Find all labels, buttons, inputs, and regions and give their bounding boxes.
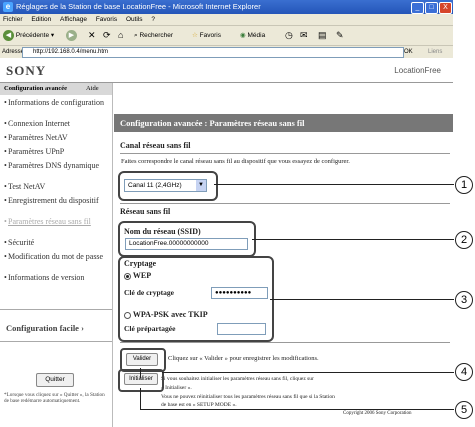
ie-icon: e [3, 2, 13, 12]
sidebar-item-security[interactable]: •Sécurité [4, 238, 108, 247]
sidebar-item-registration[interactable]: •Enregistrement du dispositif [4, 196, 108, 205]
back-label: Précédente [15, 32, 50, 39]
maximize-button[interactable]: □ [425, 2, 438, 14]
callout-5-line [140, 409, 454, 410]
section-divider [120, 203, 450, 204]
mail-icon[interactable]: ✉ [300, 29, 308, 42]
toolbar: ◀ Précédente ▾ ▶ ✕ ⟳ ⌂ ⌕ Rechercher ☆ Fa… [0, 25, 453, 45]
section-divider-2 [120, 342, 450, 343]
menu-edition[interactable]: Edition [31, 16, 51, 23]
callout-5-vline [140, 388, 141, 410]
sidebar-item-internet[interactable]: •Connexion Internet [4, 119, 108, 128]
callout-4-vline [140, 368, 141, 378]
callout-5-frame [118, 369, 164, 392]
search-button[interactable]: ⌕ Rechercher [134, 29, 173, 42]
callout-4-line [162, 372, 454, 373]
menu-help[interactable]: ? [151, 16, 155, 23]
media-button[interactable]: ◉ Média [240, 29, 265, 42]
back-button[interactable]: ◀ Précédente ▾ [3, 29, 54, 42]
wireless-section-title: Réseau sans fil [120, 207, 171, 216]
callout-number-4: 4 [455, 363, 473, 381]
sidebar-item-version[interactable]: •Informations de version [4, 273, 108, 282]
forward-arrow-icon: ▶ [66, 29, 77, 41]
menu-affichage[interactable]: Affichage [60, 16, 87, 23]
back-arrow-icon: ◀ [3, 29, 14, 41]
callout-number-5: 5 [455, 401, 473, 419]
channel-description: Faites correspondre le canal réseau sans… [121, 158, 350, 165]
copyright: Copyright 2006 Sony Corporation [343, 411, 412, 416]
apply-text: Cliquez sur « Valider » pour enregistrer… [168, 355, 319, 362]
sidebar-item-config-info[interactable]: •Informations de configuration [4, 98, 108, 107]
help-link[interactable]: Aide [86, 83, 99, 95]
sidebar: Configuration avancée Aide •Informations… [0, 83, 113, 427]
address-bar: Adresse http://192.168.0.4/menu.htm OK L… [0, 45, 453, 58]
menu-fichier[interactable]: Fichier [3, 16, 23, 23]
callout-3-frame [118, 256, 274, 342]
easy-config-link[interactable]: Configuration facile › [6, 323, 84, 333]
reset-text-2: « Initialiser ». [161, 385, 192, 391]
sidebar-item-test-netav[interactable]: •Test NetAV [4, 182, 108, 191]
close-button[interactable]: X [439, 2, 452, 14]
search-icon: ⌕ [134, 32, 138, 39]
title-bar: e Réglages de la Station de base Locatio… [0, 0, 453, 14]
callout-number-2: 2 [455, 231, 473, 249]
home-icon[interactable]: ⌂ [118, 29, 123, 42]
edit-icon[interactable]: ✎ [336, 29, 344, 42]
address-input[interactable]: http://192.168.0.4/menu.htm [22, 47, 404, 58]
window-title: Réglages de la Station de base LocationF… [16, 2, 261, 11]
sidebar-item-password[interactable]: •Modification du mot de passe [4, 252, 108, 261]
favorites-label: Favoris [199, 32, 221, 39]
history-icon[interactable]: ◷ [285, 29, 293, 42]
sidebar-item-netav[interactable]: •Paramètres NetAV [4, 133, 108, 142]
sidebar-item-wireless[interactable]: •Paramètres réseau sans fil [4, 217, 108, 226]
go-button[interactable]: OK [404, 46, 413, 58]
menu-outils[interactable]: Outils [126, 16, 143, 23]
page-title: Configuration avancée : Paramètres résea… [120, 118, 305, 128]
callout-3-line [270, 299, 454, 300]
refresh-icon[interactable]: ⟳ [103, 29, 111, 42]
menu-favoris[interactable]: Favoris [96, 16, 117, 23]
chevron-right-icon: › [81, 323, 84, 333]
reset-text-3: Vous ne pouvez réinitialiser tous les pa… [161, 394, 335, 400]
sidebar-divider-2 [0, 341, 112, 342]
menu-bar: Fichier Edition Affichage Favoris Outils… [0, 14, 453, 25]
callout-1-frame [118, 171, 218, 201]
sidebar-item-dns[interactable]: •Paramètres DNS dynamique [4, 161, 108, 170]
media-icon: ◉ [240, 32, 246, 39]
sidebar-section-title: Configuration avancée [4, 85, 68, 92]
sidebar-header: Configuration avancée Aide [0, 83, 112, 95]
search-label: Rechercher [139, 32, 174, 39]
callout-2-line [252, 239, 454, 240]
stop-icon[interactable]: ✕ [88, 29, 96, 42]
sony-logo: SONY [6, 63, 47, 78]
address-label: Adresse [2, 49, 25, 55]
callout-1-line [214, 184, 454, 185]
channel-divider [120, 153, 450, 154]
site-header: SONY LocationFree [0, 58, 453, 83]
page-title-bar: Configuration avancée : Paramètres résea… [114, 114, 453, 132]
callout-2-frame [118, 221, 256, 257]
forward-button[interactable]: ▶ [66, 29, 77, 42]
minimize-button[interactable]: _ [411, 2, 424, 14]
channel-section-title: Canal réseau sans fil [120, 141, 191, 150]
media-label: Média [247, 32, 266, 39]
links-label[interactable]: Liens [428, 46, 442, 58]
reset-text-4: de base est en « SETUP MODE ». [161, 402, 237, 408]
quit-note: *Lorsque vous cliquez sur « Quitter », l… [4, 392, 105, 404]
quit-button[interactable]: Quitter [36, 373, 74, 387]
callout-number-1: 1 [455, 176, 473, 194]
sidebar-divider [0, 309, 112, 310]
locationfree-logo: LocationFree [394, 66, 441, 75]
sidebar-item-upnp[interactable]: •Paramètres UPnP [4, 147, 108, 156]
reset-text-1: Si vous souhaitez initialiser les paramè… [161, 376, 314, 382]
print-icon[interactable]: ▤ [318, 29, 327, 42]
star-icon: ☆ [192, 32, 198, 39]
favorites-button[interactable]: ☆ Favoris [192, 29, 221, 42]
callout-number-3: 3 [455, 291, 473, 309]
